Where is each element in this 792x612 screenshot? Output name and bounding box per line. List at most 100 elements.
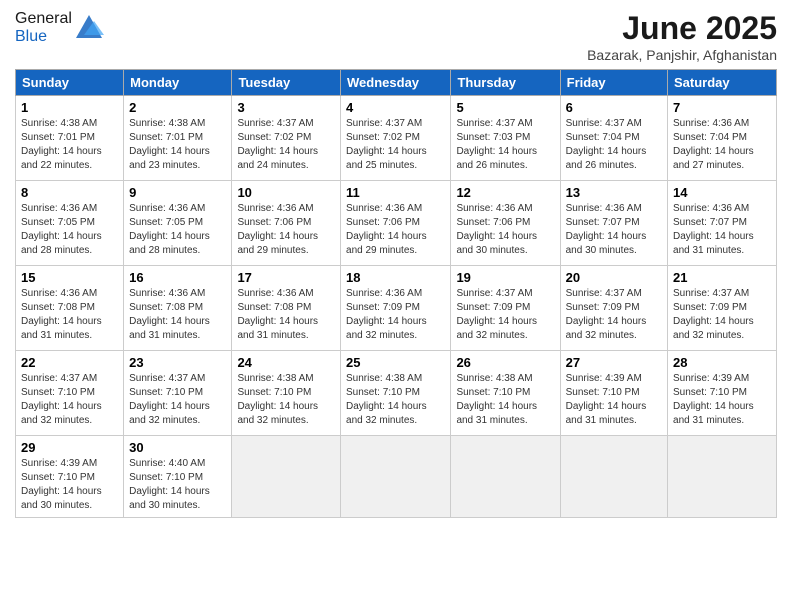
day-info: Sunrise: 4:36 AMSunset: 7:06 PMDaylight:…: [346, 202, 445, 258]
day-info: Sunrise: 4:37 AMSunset: 7:03 PMDaylight:…: [456, 117, 554, 173]
day-number: 8: [21, 185, 118, 200]
table-row: 24 Sunrise: 4:38 AMSunset: 7:10 PMDayligh…: [232, 351, 341, 436]
day-info: Sunrise: 4:39 AMSunset: 7:10 PMDaylight:…: [21, 457, 118, 513]
day-info: Sunrise: 4:39 AMSunset: 7:10 PMDaylight:…: [673, 372, 771, 428]
calendar-week-row: 8 Sunrise: 4:36 AMSunset: 7:05 PMDaylight…: [16, 181, 777, 266]
table-row: 16 Sunrise: 4:36 AMSunset: 7:08 PMDayligh…: [124, 266, 232, 351]
day-number: 6: [566, 100, 662, 115]
day-number: 9: [129, 185, 226, 200]
day-number: 28: [673, 355, 771, 370]
calendar-header-row: Sunday Monday Tuesday Wednesday Thursday…: [16, 70, 777, 96]
table-row: 6 Sunrise: 4:37 AMSunset: 7:04 PMDaylight…: [560, 96, 667, 181]
day-number: 23: [129, 355, 226, 370]
table-row: [668, 436, 777, 518]
table-row: 10 Sunrise: 4:36 AMSunset: 7:06 PMDayligh…: [232, 181, 341, 266]
day-info: Sunrise: 4:36 AMSunset: 7:06 PMDaylight:…: [456, 202, 554, 258]
table-row: 4 Sunrise: 4:37 AMSunset: 7:02 PMDaylight…: [341, 96, 451, 181]
day-number: 27: [566, 355, 662, 370]
col-wednesday: Wednesday: [341, 70, 451, 96]
day-number: 29: [21, 440, 118, 455]
day-number: 17: [237, 270, 335, 285]
col-thursday: Thursday: [451, 70, 560, 96]
day-info: Sunrise: 4:36 AMSunset: 7:07 PMDaylight:…: [566, 202, 662, 258]
day-info: Sunrise: 4:38 AMSunset: 7:01 PMDaylight:…: [21, 117, 118, 173]
day-number: 21: [673, 270, 771, 285]
day-info: Sunrise: 4:36 AMSunset: 7:04 PMDaylight:…: [673, 117, 771, 173]
table-row: 30 Sunrise: 4:40 AMSunset: 7:10 PMDayligh…: [124, 436, 232, 518]
day-number: 11: [346, 185, 445, 200]
calendar-week-row: 1 Sunrise: 4:38 AMSunset: 7:01 PMDaylight…: [16, 96, 777, 181]
day-number: 3: [237, 100, 335, 115]
table-row: 9 Sunrise: 4:36 AMSunset: 7:05 PMDaylight…: [124, 181, 232, 266]
day-info: Sunrise: 4:38 AMSunset: 7:10 PMDaylight:…: [346, 372, 445, 428]
title-section: June 2025 Bazarak, Panjshir, Afghanistan: [587, 10, 777, 63]
day-number: 12: [456, 185, 554, 200]
col-monday: Monday: [124, 70, 232, 96]
logo-general-text: General: [15, 10, 72, 27]
table-row: 12 Sunrise: 4:36 AMSunset: 7:06 PMDayligh…: [451, 181, 560, 266]
table-row: 23 Sunrise: 4:37 AMSunset: 7:10 PMDayligh…: [124, 351, 232, 436]
day-number: 10: [237, 185, 335, 200]
day-info: Sunrise: 4:36 AMSunset: 7:07 PMDaylight:…: [673, 202, 771, 258]
day-number: 25: [346, 355, 445, 370]
day-number: 26: [456, 355, 554, 370]
calendar-table: Sunday Monday Tuesday Wednesday Thursday…: [15, 69, 777, 518]
table-row: 20Sunrise: 4:37 AMSunset: 7:09 PMDayligh…: [560, 266, 667, 351]
day-info: Sunrise: 4:40 AMSunset: 7:10 PMDaylight:…: [129, 457, 226, 513]
day-info: Sunrise: 4:38 AMSunset: 7:10 PMDaylight:…: [237, 372, 335, 428]
day-info: Sunrise: 4:37 AMSunset: 7:09 PMDaylight:…: [673, 287, 771, 343]
table-row: 3Sunrise: 4:37 AMSunset: 7:02 PMDaylight…: [232, 96, 341, 181]
col-sunday: Sunday: [16, 70, 124, 96]
day-number: 1: [21, 100, 118, 115]
table-row: 26Sunrise: 4:38 AMSunset: 7:10 PMDayligh…: [451, 351, 560, 436]
day-info: Sunrise: 4:36 AMSunset: 7:08 PMDaylight:…: [129, 287, 226, 343]
table-row: [560, 436, 667, 518]
col-tuesday: Tuesday: [232, 70, 341, 96]
table-row: [341, 436, 451, 518]
day-info: Sunrise: 4:37 AMSunset: 7:04 PMDaylight:…: [566, 117, 662, 173]
day-number: 7: [673, 100, 771, 115]
day-number: 24: [237, 355, 335, 370]
day-number: 30: [129, 440, 226, 455]
logo-icon: [74, 13, 104, 43]
logo: General Blue: [15, 10, 104, 46]
day-number: 4: [346, 100, 445, 115]
month-title: June 2025: [587, 10, 777, 47]
day-info: Sunrise: 4:37 AMSunset: 7:09 PMDaylight:…: [456, 287, 554, 343]
day-info: Sunrise: 4:36 AMSunset: 7:05 PMDaylight:…: [129, 202, 226, 258]
table-row: 7 Sunrise: 4:36 AMSunset: 7:04 PMDaylight…: [668, 96, 777, 181]
day-number: 18: [346, 270, 445, 285]
day-info: Sunrise: 4:36 AMSunset: 7:08 PMDaylight:…: [237, 287, 335, 343]
table-row: 25 Sunrise: 4:38 AMSunset: 7:10 PMDayligh…: [341, 351, 451, 436]
table-row: 11 Sunrise: 4:36 AMSunset: 7:06 PMDayligh…: [341, 181, 451, 266]
table-row: 1 Sunrise: 4:38 AMSunset: 7:01 PMDaylight…: [16, 96, 124, 181]
table-row: 13 Sunrise: 4:36 AMSunset: 7:07 PMDayligh…: [560, 181, 667, 266]
day-number: 19: [456, 270, 554, 285]
day-number: 5: [456, 100, 554, 115]
logo-blue-text: Blue: [15, 28, 47, 45]
day-info: Sunrise: 4:37 AMSunset: 7:10 PMDaylight:…: [129, 372, 226, 428]
table-row: [451, 436, 560, 518]
day-info: Sunrise: 4:37 AMSunset: 7:10 PMDaylight:…: [21, 372, 118, 428]
table-row: 19 Sunrise: 4:37 AMSunset: 7:09 PMDayligh…: [451, 266, 560, 351]
day-number: 14: [673, 185, 771, 200]
calendar-week-row: 22Sunrise: 4:37 AMSunset: 7:10 PMDayligh…: [16, 351, 777, 436]
table-row: 17 Sunrise: 4:36 AMSunset: 7:08 PMDayligh…: [232, 266, 341, 351]
col-saturday: Saturday: [668, 70, 777, 96]
day-number: 13: [566, 185, 662, 200]
day-number: 15: [21, 270, 118, 285]
day-number: 16: [129, 270, 226, 285]
table-row: 14 Sunrise: 4:36 AMSunset: 7:07 PMDayligh…: [668, 181, 777, 266]
table-row: 18Sunrise: 4:36 AMSunset: 7:09 PMDayligh…: [341, 266, 451, 351]
table-row: 2Sunrise: 4:38 AMSunset: 7:01 PMDaylight…: [124, 96, 232, 181]
table-row: 29 Sunrise: 4:39 AMSunset: 7:10 PMDayligh…: [16, 436, 124, 518]
day-info: Sunrise: 4:38 AMSunset: 7:01 PMDaylight:…: [129, 117, 226, 173]
table-row: 21 Sunrise: 4:37 AMSunset: 7:09 PMDayligh…: [668, 266, 777, 351]
table-row: 8Sunrise: 4:36 AMSunset: 7:05 PMDaylight…: [16, 181, 124, 266]
day-info: Sunrise: 4:36 AMSunset: 7:06 PMDaylight:…: [237, 202, 335, 258]
day-number: 20: [566, 270, 662, 285]
day-info: Sunrise: 4:37 AMSunset: 7:02 PMDaylight:…: [346, 117, 445, 173]
table-row: 22Sunrise: 4:37 AMSunset: 7:10 PMDayligh…: [16, 351, 124, 436]
table-row: 27Sunrise: 4:39 AMSunset: 7:10 PMDayligh…: [560, 351, 667, 436]
calendar-week-row: 15 Sunrise: 4:36 AMSunset: 7:08 PMDayligh…: [16, 266, 777, 351]
